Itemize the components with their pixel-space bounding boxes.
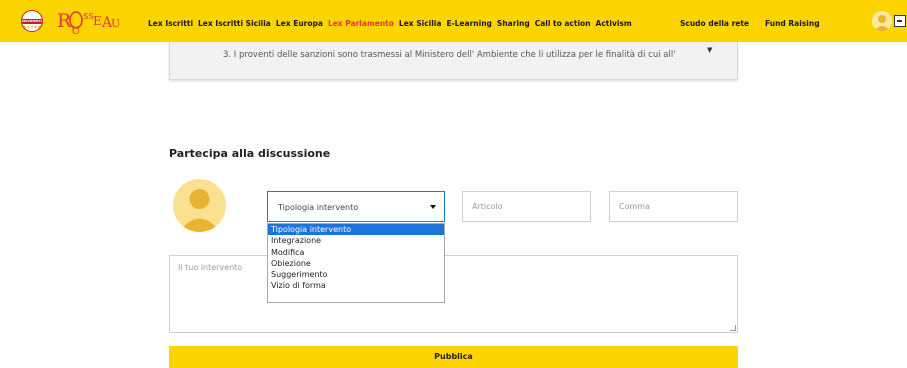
nav-item-lex-europa[interactable]: Lex Europa	[276, 19, 323, 28]
nav-item-call-to-action[interactable]: Call to action	[535, 19, 591, 28]
top-navbar: MOVIMENTO ★★★★★ R U SS E A U Lex Iscritt…	[0, 0, 907, 42]
logout-icon[interactable]	[894, 15, 906, 27]
scroll-down-arrow-icon[interactable]: ▼	[707, 46, 712, 54]
dropdown-option-integrazione[interactable]: Integrazione	[268, 235, 444, 246]
movimento-logo[interactable]: MOVIMENTO ★★★★★	[21, 10, 43, 32]
nav-item-sharing[interactable]: Sharing	[497, 19, 530, 28]
svg-text:E: E	[93, 14, 102, 28]
articolo-input[interactable]	[462, 191, 591, 222]
tipologia-select[interactable]: Tipologia intervento	[267, 191, 445, 222]
section-title: Partecipa alla discussione	[169, 147, 331, 160]
tipologia-select-value: Tipologia intervento	[278, 203, 359, 212]
nav-item-e-learning[interactable]: E-Learning	[446, 19, 491, 28]
comma-input[interactable]	[609, 191, 738, 222]
dropdown-option-vizio-di-forma[interactable]: Vizio di forma	[268, 280, 444, 291]
dropdown-option-suggerimento[interactable]: Suggerimento	[268, 269, 444, 280]
law-paragraph: 3. I proventi delle sanzioni sono trasme…	[223, 50, 676, 60]
nav-item-fund-raising[interactable]: Fund Raising	[765, 19, 820, 28]
nav-item-lex-iscritti-sicilia[interactable]: Lex Iscritti Sicilia	[198, 19, 271, 28]
tipologia-dropdown-list: Tipologia intervento Integrazione Modifi…	[267, 223, 445, 303]
user-avatar[interactable]	[872, 11, 892, 31]
nav-item-lex-parlamento[interactable]: Lex Parlamento	[328, 19, 394, 28]
svg-text:U: U	[71, 24, 80, 35]
nav-item-lex-sicilia[interactable]: Lex Sicilia	[399, 19, 442, 28]
participant-avatar	[173, 179, 226, 232]
dropdown-option-modifica[interactable]: Modifica	[268, 247, 444, 258]
svg-text:U: U	[111, 17, 119, 30]
dropdown-option-obiezione[interactable]: Obiezione	[268, 258, 444, 269]
resize-handle-icon[interactable]	[730, 325, 736, 331]
nav-item-activism[interactable]: Activism	[596, 19, 632, 28]
dropdown-option-tipologia-intervento[interactable]: Tipologia intervento	[268, 224, 444, 236]
chevron-down-icon	[430, 205, 436, 209]
intervento-textarea[interactable]	[169, 255, 738, 333]
nav-item-scudo-della-rete[interactable]: Scudo della rete	[680, 19, 749, 28]
user-silhouette-icon	[179, 189, 220, 232]
main-nav: Lex Iscritti Lex Iscritti Sicilia Lex Eu…	[148, 19, 632, 28]
law-text-panel: 3. I proventi delle sanzioni sono trasme…	[169, 42, 738, 80]
rousseau-logo[interactable]: R U SS E A U	[57, 7, 119, 35]
nav-item-lex-iscritti[interactable]: Lex Iscritti	[148, 19, 193, 28]
